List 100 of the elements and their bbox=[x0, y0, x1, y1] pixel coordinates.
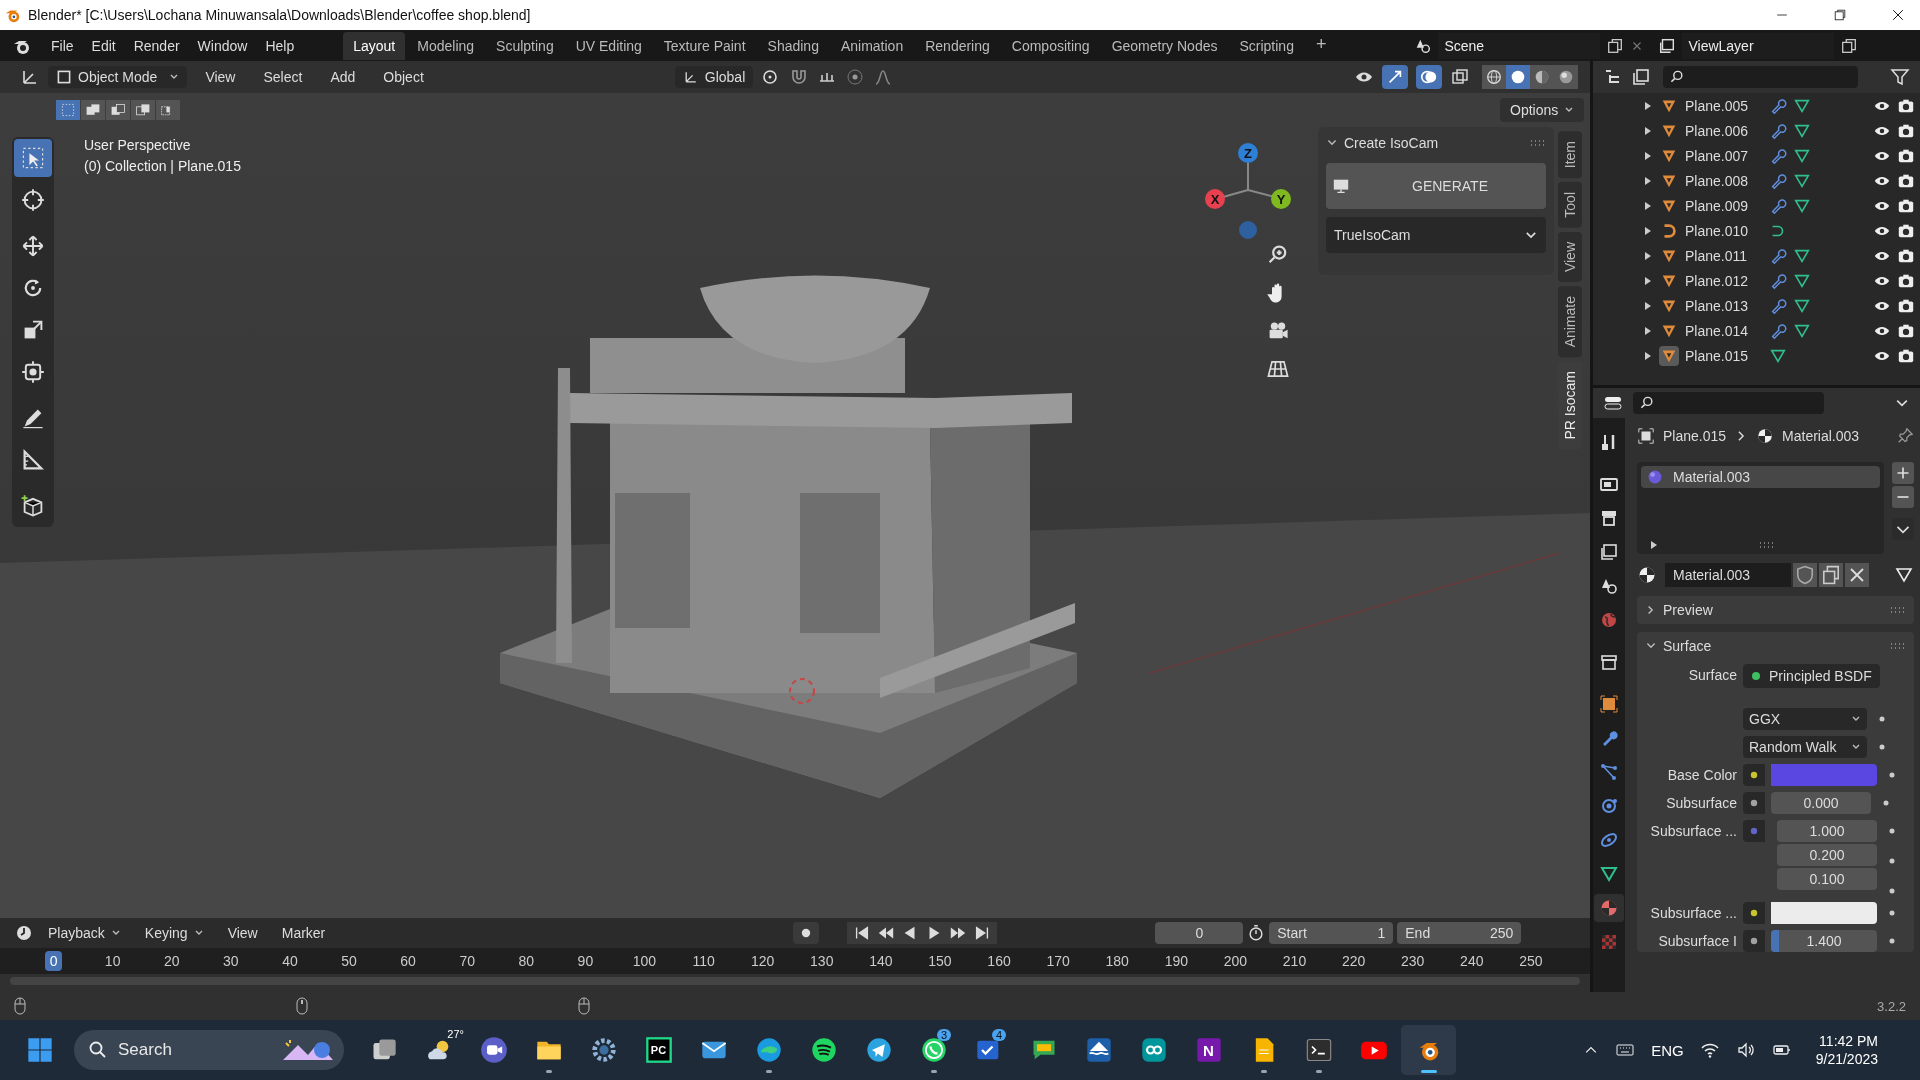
outliner-row[interactable]: Plane.014 bbox=[1643, 318, 1920, 343]
slider-field[interactable]: 1.400 bbox=[1771, 930, 1877, 952]
frame-number: 170 bbox=[1045, 952, 1071, 971]
outliner-row[interactable]: Plane.011 bbox=[1643, 243, 1920, 268]
workspace-tab[interactable]: Sculpting bbox=[486, 31, 564, 60]
workspace-tab[interactable]: Compositing bbox=[1001, 31, 1100, 60]
search-field[interactable]: Search bbox=[74, 1030, 344, 1070]
workspace-tab[interactable]: Modeling bbox=[407, 31, 485, 60]
frame-number: 140 bbox=[868, 952, 894, 971]
shader-field[interactable]: Principled BSDF bbox=[1743, 664, 1880, 688]
number-field[interactable]: 1.000 bbox=[1777, 820, 1877, 842]
dropdown[interactable]: Random Walk bbox=[1743, 736, 1867, 758]
object-name[interactable]: Plane.011 bbox=[1685, 247, 1763, 264]
scene-field[interactable]: Scene bbox=[1438, 32, 1601, 59]
object-name[interactable]: Plane.008 bbox=[1685, 172, 1763, 189]
frame-number: 70 bbox=[458, 952, 476, 971]
menu-item[interactable]: Playback bbox=[38, 922, 131, 944]
outliner-row[interactable]: Plane.015 bbox=[1643, 343, 1920, 368]
field-label: Subsurface bbox=[1665, 794, 1737, 811]
workspace-tab[interactable]: Rendering bbox=[915, 31, 1000, 60]
workspace-tab[interactable]: UV Editing bbox=[565, 31, 652, 60]
weather-widget[interactable]: 27° bbox=[411, 1025, 466, 1075]
generate-button[interactable]: GENERATE bbox=[1326, 163, 1546, 209]
number-field[interactable]: 0.100 bbox=[1777, 868, 1877, 890]
workspace-tab[interactable]: Layout bbox=[343, 31, 406, 60]
view-layer-field[interactable]: ViewLayer bbox=[1682, 32, 1835, 59]
object-name[interactable]: Plane.007 bbox=[1685, 147, 1763, 164]
camera-type-dropdown[interactable]: TrueIsoCam bbox=[1326, 217, 1546, 253]
frame-number: 220 bbox=[1340, 952, 1367, 971]
sidebar-tab[interactable]: View bbox=[1558, 231, 1582, 282]
number-field[interactable]: 0.200 bbox=[1777, 844, 1877, 866]
frame-number: 40 bbox=[281, 952, 299, 971]
options-dropdown[interactable]: Options bbox=[1500, 98, 1585, 122]
axis-gizmo-drawing[interactable]: Z X Y bbox=[1193, 135, 1303, 245]
workspace-tab[interactable]: Geometry Nodes bbox=[1101, 31, 1228, 60]
orientation-dropdown[interactable]: Global bbox=[674, 66, 754, 88]
checklist-app-button[interactable]: 4 bbox=[961, 1025, 1016, 1075]
frame-number: 60 bbox=[399, 952, 417, 971]
sidebar-tab[interactable]: Item bbox=[1558, 131, 1582, 179]
menu-item[interactable]: Edit bbox=[82, 33, 125, 58]
current-frame-field[interactable]: 0 bbox=[1155, 922, 1244, 944]
workspace-tab[interactable]: Texture Paint bbox=[653, 31, 756, 60]
panel-header[interactable]: Create IsoCam bbox=[1326, 135, 1439, 151]
workspace-tab[interactable]: Animation bbox=[830, 31, 914, 60]
end-frame-field[interactable]: End 250 bbox=[1397, 922, 1522, 944]
menu-item[interactable]: View bbox=[195, 66, 246, 88]
clock[interactable]: 11:42 PM 9/21/2023 bbox=[1815, 1032, 1878, 1068]
menu-item[interactable]: Select bbox=[253, 66, 313, 88]
notification-badge: 4 bbox=[991, 1029, 1006, 1041]
menu-item[interactable]: View bbox=[217, 922, 268, 944]
object-name[interactable]: Plane.010 bbox=[1685, 222, 1763, 239]
workspace-tab[interactable]: Shading bbox=[757, 31, 829, 60]
language-indicator[interactable]: ENG bbox=[1651, 1041, 1684, 1059]
breadcrumb-item: Plane.015 bbox=[1663, 428, 1727, 444]
menu-item[interactable]: Object bbox=[373, 66, 434, 88]
phone-bubble-app-button[interactable]: 3 bbox=[906, 1025, 961, 1075]
menu-item[interactable]: Add bbox=[320, 66, 366, 88]
outliner-row[interactable]: Plane.009 bbox=[1643, 193, 1920, 218]
menu-item[interactable]: Keying bbox=[134, 922, 214, 944]
frame-number: 180 bbox=[1104, 952, 1130, 971]
workspace-tab[interactable]: Scripting bbox=[1229, 31, 1304, 60]
dropdown[interactable]: GGX bbox=[1743, 708, 1867, 730]
breadcrumb-item: Material.003 bbox=[1782, 428, 1860, 444]
outliner-row[interactable]: Plane.013 bbox=[1643, 293, 1920, 318]
menu-item[interactable]: File bbox=[42, 33, 83, 58]
ide-app-button[interactable]: PC bbox=[631, 1025, 686, 1075]
material-slot[interactable]: Material.003 bbox=[1641, 466, 1880, 488]
object-name[interactable]: Plane.009 bbox=[1685, 197, 1763, 214]
frame-number: 150 bbox=[927, 952, 953, 971]
frame-number: 210 bbox=[1281, 952, 1308, 971]
notebook-app-button[interactable]: N bbox=[1181, 1025, 1236, 1075]
object-name[interactable]: Plane.005 bbox=[1685, 97, 1763, 114]
start-frame-field[interactable]: Start 1 bbox=[1269, 922, 1394, 944]
window-title: Blender* [C:\Users\Lochana Minuwansala\Downloads\Blender\coffee shop.blend] bbox=[28, 7, 531, 23]
sidebar-tab[interactable]: Tool bbox=[1558, 182, 1582, 228]
frame-number: 160 bbox=[986, 952, 1012, 971]
outliner-row[interactable]: Plane.006 bbox=[1643, 118, 1920, 143]
mode-dropdown[interactable]: Object Mode bbox=[48, 66, 188, 88]
sidebar-tab[interactable]: Animate bbox=[1558, 286, 1582, 358]
panel-header[interactable]: Preview bbox=[1645, 602, 1713, 618]
object-name[interactable]: Plane.012 bbox=[1685, 272, 1763, 289]
outliner-row[interactable]: Plane.012 bbox=[1643, 268, 1920, 293]
menu-item[interactable]: Window bbox=[188, 33, 257, 58]
menu-item[interactable]: Render bbox=[124, 33, 189, 58]
outliner-row[interactable]: Plane.008 bbox=[1643, 168, 1920, 193]
material-name-field[interactable]: Material.003 bbox=[1665, 563, 1791, 587]
menu-item[interactable]: Help bbox=[256, 33, 304, 58]
object-name[interactable]: Plane.015 bbox=[1685, 347, 1763, 364]
menu-item[interactable]: Marker bbox=[271, 922, 336, 944]
object-name[interactable]: Plane.006 bbox=[1685, 122, 1763, 139]
panel-header[interactable]: Surface bbox=[1645, 638, 1712, 654]
object-name[interactable]: Plane.014 bbox=[1685, 322, 1763, 339]
object-name[interactable]: Plane.013 bbox=[1685, 297, 1763, 314]
outliner-row[interactable]: Plane.005 bbox=[1643, 93, 1920, 118]
add-workspace-button[interactable]: + bbox=[1305, 31, 1337, 60]
outliner-row[interactable]: Plane.007 bbox=[1643, 143, 1920, 168]
number-field[interactable]: 0.000 bbox=[1771, 792, 1871, 814]
version-label: 3.2.2 bbox=[1877, 998, 1906, 1014]
field-label: Subsurface I bbox=[1657, 932, 1737, 949]
outliner-row[interactable]: Plane.010 bbox=[1643, 218, 1920, 243]
